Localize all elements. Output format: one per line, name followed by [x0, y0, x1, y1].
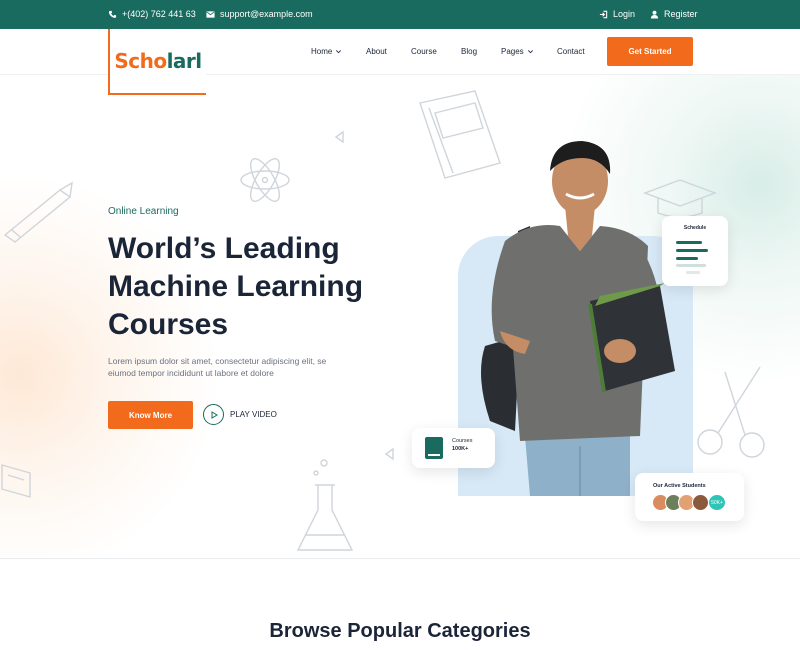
- nav-label: Home: [311, 47, 333, 56]
- schedule-bar: [686, 271, 700, 274]
- schedule-bar: [676, 257, 698, 260]
- user-icon: [650, 10, 659, 19]
- phone-contact[interactable]: +(402) 762 441 63: [108, 9, 196, 19]
- mail-icon: [206, 10, 215, 18]
- hero-divider: [0, 558, 800, 559]
- active-students-title: Our Active Students: [653, 483, 706, 489]
- play-video-button[interactable]: PLAY VIDEO: [203, 404, 277, 425]
- nav-label: Contact: [557, 47, 585, 56]
- scissors-doodle-icon: [697, 366, 765, 458]
- email-contact[interactable]: support@example.com: [206, 9, 313, 19]
- chevron-down-icon: [336, 50, 342, 54]
- hero-eyebrow: Online Learning: [108, 206, 179, 217]
- nav-item-pages[interactable]: Pages: [501, 47, 534, 56]
- student-image: [481, 141, 675, 496]
- book-icon-line: [428, 454, 440, 456]
- top-bar: +(402) 762 441 63 support@example.com Lo…: [0, 0, 800, 29]
- logo[interactable]: Scholarl: [108, 29, 206, 95]
- nav-item-about[interactable]: About: [366, 47, 387, 56]
- book-icon: [425, 437, 443, 459]
- logo-text: Scholarl: [114, 49, 202, 73]
- phone-icon: [108, 10, 117, 18]
- courses-card: Courses 100K+: [412, 428, 495, 468]
- nav-label: About: [366, 47, 387, 56]
- pencil-doodle-icon: [3, 181, 73, 243]
- nav-item-blog[interactable]: Blog: [461, 47, 477, 56]
- triangle-doodle-icon: [334, 130, 344, 144]
- play-icon: [203, 404, 224, 425]
- schedule-bar: [676, 249, 708, 252]
- section-title: Browse Popular Categories: [269, 620, 531, 642]
- sharpener-doodle-icon: [1, 464, 31, 498]
- login-icon: [599, 10, 608, 18]
- avatar: [692, 494, 709, 511]
- register-link[interactable]: Register: [650, 9, 698, 19]
- nav-label: Course: [411, 47, 437, 56]
- know-more-button[interactable]: Know More: [108, 401, 193, 429]
- phone-number: +(402) 762 441 63: [122, 9, 196, 19]
- nav-label: Pages: [501, 47, 524, 56]
- nav-item-course[interactable]: Course: [411, 47, 437, 56]
- nav-item-contact[interactable]: Contact: [557, 47, 585, 56]
- courses-card-count: 100K+: [452, 446, 469, 452]
- students-count-badge: 50K+: [708, 494, 726, 511]
- login-label: Login: [613, 9, 636, 19]
- flask-doodle-icon: [296, 459, 354, 551]
- login-link[interactable]: Login: [599, 9, 635, 19]
- atom-doodle-icon: [240, 158, 290, 202]
- hero-description: Lorem ipsum dolor sit amet, consectetur …: [108, 356, 327, 378]
- schedule-bar: [676, 264, 706, 267]
- schedule-bar: [676, 241, 702, 244]
- schedule-card-title: Schedule: [683, 225, 707, 231]
- register-label: Register: [664, 9, 698, 19]
- nav-item-home[interactable]: Home: [311, 47, 342, 56]
- play-video-label: PLAY VIDEO: [230, 410, 277, 419]
- courses-card-label: Courses: [452, 438, 473, 444]
- triangle-doodle-icon: [384, 447, 394, 461]
- nav-label: Blog: [461, 47, 478, 56]
- hero-title: World’s Leading Machine Learning Courses: [108, 232, 364, 341]
- get-started-button[interactable]: Get Started: [607, 37, 693, 66]
- email-address: support@example.com: [220, 9, 313, 19]
- chevron-down-icon: [527, 50, 533, 54]
- schedule-card: Schedule: [662, 216, 728, 286]
